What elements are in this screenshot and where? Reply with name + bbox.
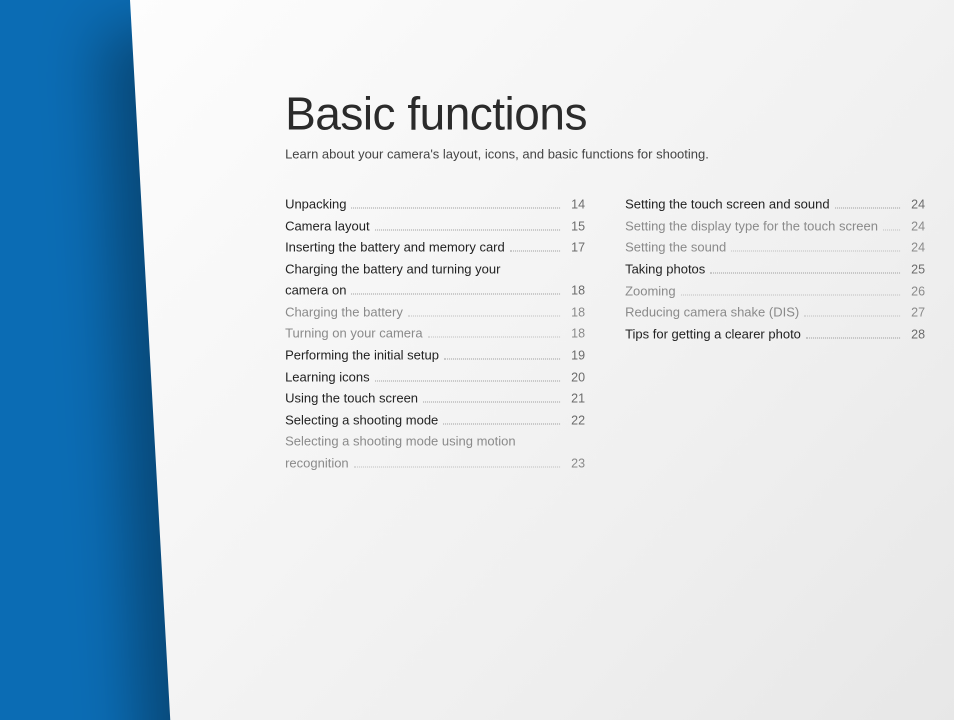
content: Basic functions Learn about your camera'…	[285, 86, 954, 473]
toc-entry-page: 18	[565, 280, 585, 301]
toc-entry-label: camera on	[285, 279, 346, 300]
toc-leader	[428, 337, 560, 338]
toc-entry-label: Zooming	[625, 280, 676, 301]
toc-entry-label: Setting the touch screen and sound	[625, 193, 830, 214]
toc-entry-label: Taking photos	[625, 258, 705, 279]
toc-entry[interactable]: Selecting a shooting mode 22	[285, 409, 585, 431]
toc-column-right: Setting the touch screen and sound24Sett…	[625, 193, 925, 473]
toc-entry-label: Camera layout	[285, 215, 370, 236]
toc-entry[interactable]: Performing the initial setup 19	[285, 344, 585, 366]
toc-entry[interactable]: Setting the sound 24	[625, 237, 925, 259]
toc-leader	[423, 402, 560, 403]
toc-entry-page: 20	[565, 367, 585, 388]
content-wrap: Basic functions Learn about your camera'…	[130, 0, 954, 720]
toc-leader	[804, 316, 900, 317]
toc-entry-label: Setting the sound	[625, 237, 726, 258]
toc-entry[interactable]: camera on 18	[285, 279, 585, 301]
toc-entry-label: Inserting the battery and memory card	[285, 237, 505, 258]
toc-entry[interactable]: recognition 23	[285, 452, 585, 474]
toc-entry[interactable]: Charging the battery 18	[285, 301, 585, 323]
toc-entry-label: Unpacking	[285, 193, 346, 214]
toc-leader	[352, 207, 561, 208]
toc-entry-page: 26	[905, 281, 925, 302]
toc-leader	[681, 294, 900, 295]
toc-entry-wrap[interactable]: Selecting a shooting mode using motion	[285, 432, 585, 452]
toc-leader	[408, 315, 560, 316]
page-title: Basic functions	[285, 86, 954, 140]
toc-entry-page: 23	[565, 453, 585, 474]
toc-leader	[806, 337, 900, 338]
toc-entry-page: 24	[905, 194, 925, 215]
toc-entry-label: recognition	[285, 452, 349, 473]
toc-entry[interactable]: Turning on your camera 18	[285, 323, 585, 345]
toc-entry-page: 27	[905, 303, 925, 324]
toc-leader	[375, 380, 560, 381]
toc-leader	[883, 229, 900, 230]
toc-entry[interactable]: Using the touch screen 21	[285, 388, 585, 410]
stage: Basic functions Learn about your camera'…	[0, 0, 954, 720]
toc-entry[interactable]: Setting the touch screen and sound 24	[625, 193, 925, 215]
toc-column-left: Unpacking14Camera layout15Inserting the …	[285, 193, 585, 473]
toc-entry[interactable]: Inserting the battery and memory card 17	[285, 237, 585, 259]
toc-entry[interactable]: Learning icons 20	[285, 366, 585, 388]
toc-entry-label: Tips for getting a clearer photo	[625, 323, 801, 344]
toc-entry[interactable]: Taking photos 25	[625, 258, 925, 280]
toc-leader	[710, 272, 900, 273]
toc-entry-page: 24	[905, 216, 925, 237]
toc-entry-wrap[interactable]: Charging the battery and turning your	[285, 259, 585, 279]
toc-entry-page: 18	[565, 302, 585, 323]
toc-entry-page: 18	[565, 324, 585, 345]
toc-entry[interactable]: Reducing camera shake (DIS) 27	[625, 302, 925, 324]
toc-entry-label: Reducing camera shake (DIS)	[625, 302, 799, 323]
toc-leader	[351, 293, 560, 294]
toc-entry-page: 15	[565, 216, 585, 237]
toc-entry-label: Turning on your camera	[285, 323, 423, 344]
toc-leader	[444, 358, 560, 359]
toc-entry[interactable]: Setting the display type for the touch s…	[625, 215, 925, 237]
toc-entry-page: 25	[905, 259, 925, 280]
toc-entry-label: Setting the display type for the touch s…	[625, 215, 878, 236]
toc-entry-page: 21	[565, 389, 585, 410]
toc-entry[interactable]: Tips for getting a clearer photo 28	[625, 323, 925, 345]
toc-entry-label: Learning icons	[285, 366, 370, 387]
toc-entry-page: 22	[565, 410, 585, 431]
toc-leader	[375, 229, 560, 230]
toc-entry-page: 17	[565, 238, 585, 259]
toc-entry-label: Performing the initial setup	[285, 344, 439, 365]
toc-entry-label: Using the touch screen	[285, 388, 418, 409]
toc-entry-page: 24	[905, 238, 925, 259]
toc-entry-page: 19	[565, 345, 585, 366]
page-subtitle: Learn about your camera's layout, icons,…	[285, 146, 954, 161]
toc-entry-page: 28	[905, 324, 925, 345]
toc-leader	[835, 207, 900, 208]
toc-entry[interactable]: Zooming 26	[625, 280, 925, 302]
toc-leader	[354, 466, 560, 467]
toc-entry-label: Selecting a shooting mode	[285, 409, 438, 430]
toc-entry[interactable]: Unpacking 14	[285, 193, 585, 215]
toc-columns: Unpacking14Camera layout15Inserting the …	[285, 193, 954, 473]
toc-leader	[510, 251, 560, 252]
toc-leader	[731, 251, 900, 252]
toc-leader	[443, 423, 560, 424]
toc-entry-label: Charging the battery	[285, 301, 403, 322]
toc-entry[interactable]: Camera layout 15	[285, 215, 585, 237]
toc-entry-page: 14	[565, 194, 585, 215]
